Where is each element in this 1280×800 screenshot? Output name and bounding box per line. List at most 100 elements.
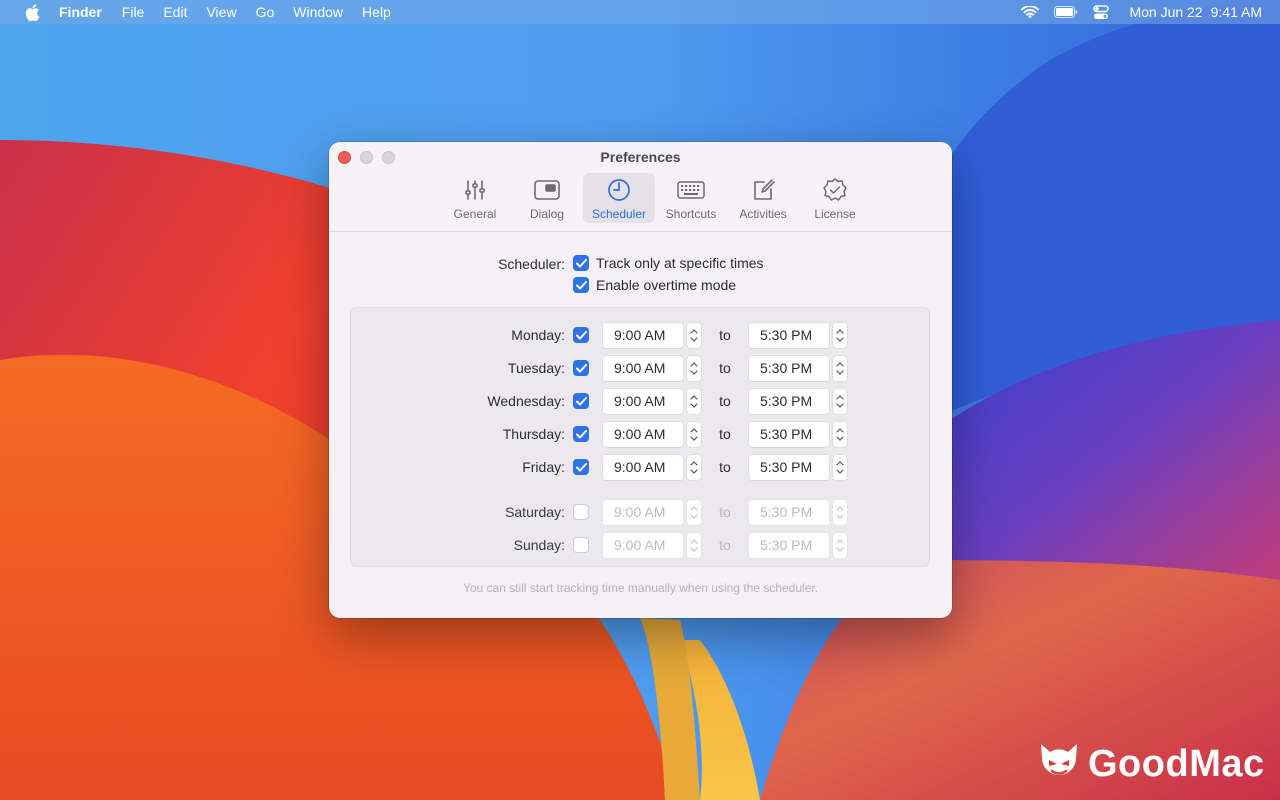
to-label: to (719, 327, 731, 343)
menu-go[interactable]: Go (256, 0, 275, 24)
track-specific-times-option[interactable]: Track only at specific times (573, 255, 764, 271)
menubar-time: 9:41 AM (1210, 4, 1262, 20)
day-label: Sunday: (513, 537, 565, 553)
sunday-end-time-stepper (833, 532, 847, 558)
tab-label: Shortcuts (665, 207, 717, 221)
thursday-start-time-stepper[interactable] (687, 421, 701, 447)
overtime-mode-option[interactable]: Enable overtime mode (573, 277, 736, 293)
saturday-start-time-stepper (687, 499, 701, 525)
monday-end-time-stepper[interactable] (833, 322, 847, 348)
day-row-monday: Monday: 9:00 AM to 5:30 PM (351, 322, 931, 348)
to-label: to (719, 537, 731, 553)
sliders-icon (464, 177, 486, 203)
tuesday-end-time-stepper[interactable] (833, 355, 847, 381)
menu-help[interactable]: Help (362, 0, 391, 24)
wednesday-checkbox[interactable] (573, 393, 589, 409)
menu-view[interactable]: View (206, 0, 236, 24)
goodmac-logo-icon (1038, 742, 1080, 787)
to-label: to (719, 360, 731, 376)
friday-end-time-field[interactable]: 5:30 PM (749, 454, 829, 480)
apple-logo-icon[interactable] (25, 2, 45, 22)
menu-bar: Finder File Edit View Go Window Help Mon… (0, 0, 1280, 24)
wednesday-start-time-stepper[interactable] (687, 388, 701, 414)
overtime-mode-label: Enable overtime mode (596, 277, 737, 293)
track-specific-times-label: Track only at specific times (596, 255, 764, 271)
tab-label: Dialog (529, 207, 565, 221)
thursday-checkbox[interactable] (573, 426, 589, 442)
day-row-sunday: Sunday: 9:00 AM to 5:30 PM (351, 532, 931, 558)
keyboard-icon (677, 177, 705, 203)
tab-label: Activities (739, 207, 787, 221)
goodmac-watermark: GoodMac (1038, 742, 1265, 787)
tab-scheduler[interactable]: Scheduler (583, 173, 655, 223)
to-label: to (719, 393, 731, 409)
sunday-start-time-stepper (687, 532, 701, 558)
saturday-start-time-field: 9:00 AM (603, 499, 683, 525)
wednesday-end-time-stepper[interactable] (833, 388, 847, 414)
saturday-end-time-field: 5:30 PM (749, 499, 829, 525)
tuesday-start-time-field[interactable]: 9:00 AM (603, 355, 683, 381)
menubar-clock[interactable]: Mon Jun 22 9:41 AM (1129, 4, 1262, 20)
monday-checkbox[interactable] (573, 327, 589, 343)
tab-shortcuts[interactable]: Shortcuts (655, 173, 727, 223)
friday-start-time-stepper[interactable] (687, 454, 701, 480)
day-label: Tuesday: (507, 360, 565, 376)
preferences-window: Preferences General Dialog Scheduler Sho… (329, 142, 952, 618)
overtime-mode-checkbox[interactable] (573, 277, 589, 293)
window-titlebar: Preferences General Dialog Scheduler Sho… (329, 142, 952, 232)
saturday-checkbox[interactable] (573, 504, 589, 520)
menu-file[interactable]: File (122, 0, 145, 24)
day-label: Saturday: (505, 504, 565, 520)
to-label: to (719, 426, 731, 442)
battery-icon[interactable] (1054, 6, 1078, 18)
to-label: to (719, 459, 731, 475)
menubar-date: Mon Jun 22 (1129, 4, 1203, 20)
monday-start-time-stepper[interactable] (687, 322, 701, 348)
sunday-start-time-field: 9:00 AM (603, 532, 683, 558)
thursday-start-time-field[interactable]: 9:00 AM (603, 421, 683, 447)
day-label: Thursday: (502, 426, 565, 442)
day-row-saturday: Saturday: 9:00 AM to 5:30 PM (351, 499, 931, 525)
monday-end-time-field[interactable]: 5:30 PM (749, 322, 829, 348)
preferences-toolbar: General Dialog Scheduler Shortcuts Activ… (439, 173, 871, 223)
dialog-icon (534, 177, 560, 203)
wifi-icon[interactable] (1021, 5, 1040, 19)
day-row-wednesday: Wednesday: 9:00 AM to 5:30 PM (351, 388, 931, 414)
wednesday-start-time-field[interactable]: 9:00 AM (603, 388, 683, 414)
menu-app-finder[interactable]: Finder (59, 0, 102, 24)
scheduler-footnote: You can still start tracking time manual… (462, 581, 819, 595)
day-label: Wednesday: (487, 393, 565, 409)
friday-end-time-stepper[interactable] (833, 454, 847, 480)
track-specific-times-checkbox[interactable] (573, 255, 589, 271)
tuesday-end-time-field[interactable]: 5:30 PM (749, 355, 829, 381)
sunday-checkbox[interactable] (573, 537, 589, 553)
watermark-text: GoodMac (1088, 743, 1265, 785)
scheduler-label: Scheduler: (498, 256, 565, 272)
tuesday-checkbox[interactable] (573, 360, 589, 376)
thursday-end-time-stepper[interactable] (833, 421, 847, 447)
saturday-end-time-stepper (833, 499, 847, 525)
day-row-tuesday: Tuesday: 9:00 AM to 5:30 PM (351, 355, 931, 381)
wednesday-end-time-field[interactable]: 5:30 PM (749, 388, 829, 414)
thursday-end-time-field[interactable]: 5:30 PM (749, 421, 829, 447)
day-row-friday: Friday: 9:00 AM to 5:30 PM (351, 454, 931, 480)
tab-label: License (814, 207, 856, 221)
friday-start-time-field[interactable]: 9:00 AM (603, 454, 683, 480)
tab-label: Scheduler (591, 207, 647, 221)
day-label: Friday: (522, 459, 565, 475)
tuesday-start-time-stepper[interactable] (687, 355, 701, 381)
tab-general[interactable]: General (439, 173, 511, 223)
friday-checkbox[interactable] (573, 459, 589, 475)
control-center-icon[interactable] (1093, 4, 1110, 20)
weekday-schedule-panel: Monday: 9:00 AM to 5:30 PM Tuesday: 9:00… (350, 307, 930, 567)
tab-license[interactable]: License (799, 173, 871, 223)
menu-window[interactable]: Window (293, 0, 343, 24)
monday-start-time-field[interactable]: 9:00 AM (603, 322, 683, 348)
clock-icon (607, 177, 631, 203)
menu-edit[interactable]: Edit (163, 0, 187, 24)
tab-dialog[interactable]: Dialog (511, 173, 583, 223)
day-label: Monday: (511, 327, 565, 343)
tab-label: General (453, 207, 497, 221)
badge-check-icon (822, 177, 848, 203)
tab-activities[interactable]: Activities (727, 173, 799, 223)
